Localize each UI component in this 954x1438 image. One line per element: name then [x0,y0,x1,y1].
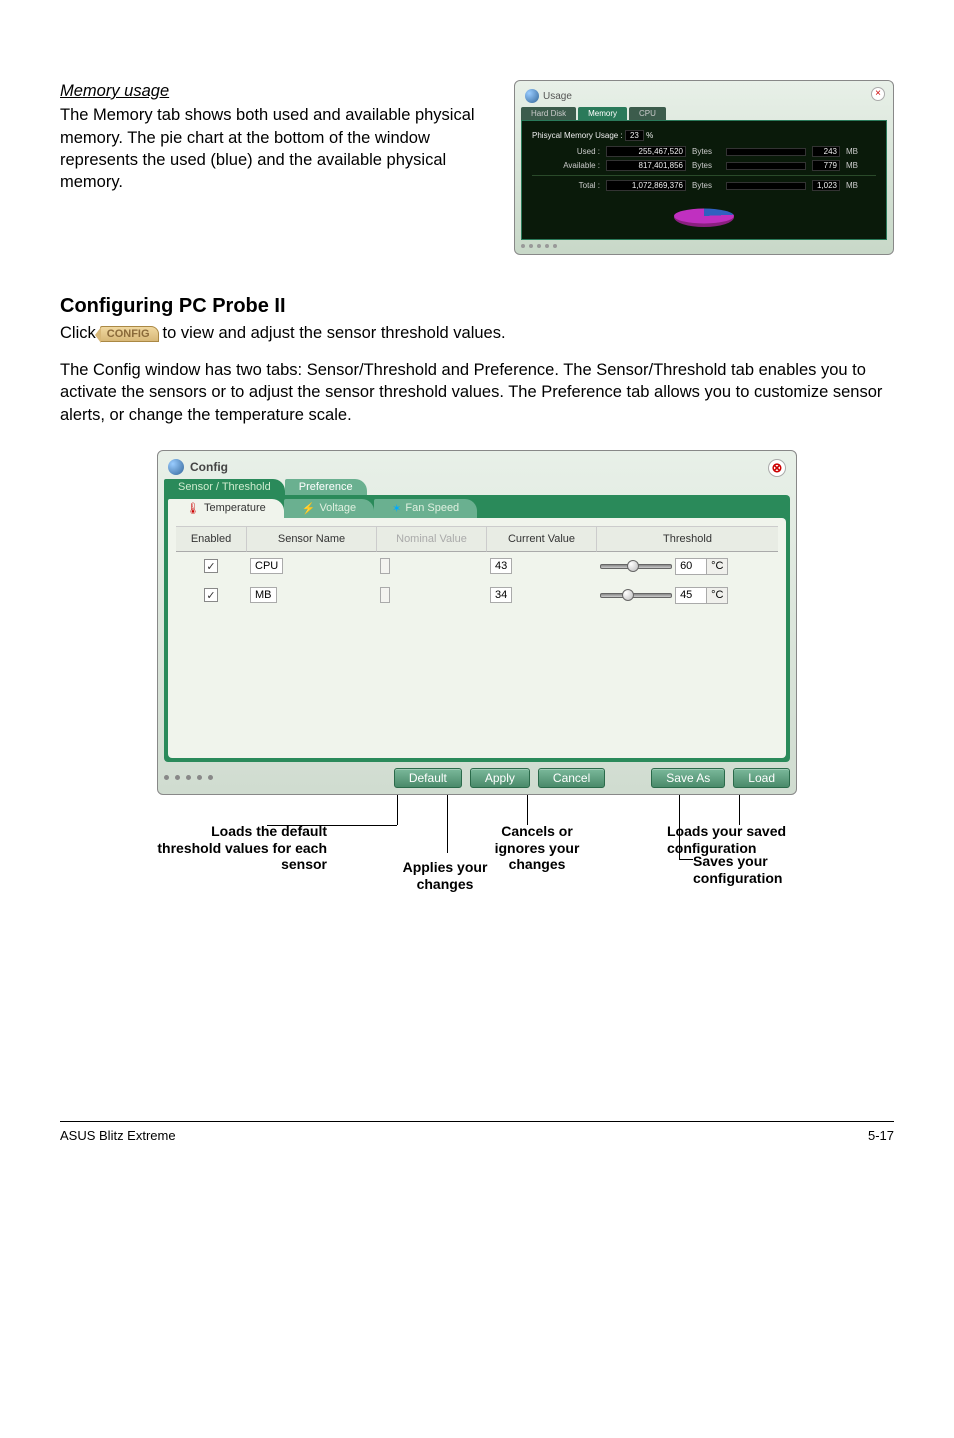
cpu-threshold-value[interactable]: 60 [675,558,707,575]
mb-label-2: MB [846,161,858,170]
available-bytes: 817,401,856 [606,160,686,171]
usage-window-title: Usage [543,91,572,102]
tab-voltage[interactable]: ⚡ Voltage [284,499,374,518]
config-tab-inline-image: CONFIG [100,326,159,342]
globe-icon [525,89,539,103]
annotation-cancel: Cancels or ignores your changes [477,823,597,873]
table-row: ✓ MB 34 45°C [176,581,778,610]
bolt-icon: ⚡ [302,502,316,515]
mb-threshold-unit: °C [707,587,728,604]
globe-icon [168,459,184,475]
cancel-button[interactable]: Cancel [538,768,605,788]
usage-window: Usage × Hard Disk Memory CPU Phisycal Me… [514,80,894,255]
phys-mem-label: Phisycal Memory Usage : [532,131,623,140]
config-description: The Config window has two tabs: Sensor/T… [60,359,894,426]
used-bytes: 255,467,520 [606,146,686,157]
tab-cpu[interactable]: CPU [629,107,666,120]
memory-usage-title: Memory usage [60,80,494,102]
usage-body: Phisycal Memory Usage : 23 % Used : 255,… [521,120,887,240]
col-enabled: Enabled [176,526,246,552]
available-label: Available : [550,161,600,170]
fan-icon: ✶ [392,502,401,515]
thermometer-icon: 🌡 [186,502,200,515]
used-label: Used : [550,147,600,156]
click-post: to view and adjust the sensor threshold … [163,324,506,343]
tab-preference[interactable]: Preference [285,479,367,495]
available-bar [726,162,806,170]
phys-mem-percent: 23 [625,130,644,141]
tab-temperature[interactable]: 🌡 Temperature [168,499,284,518]
bytes-label: Bytes [692,147,720,156]
used-mb: 243 [812,146,840,157]
annotation-save-as: Saves your configuration [693,853,833,887]
config-window-title: Config [190,460,228,474]
used-bar [726,148,806,156]
mb-threshold-value[interactable]: 45 [675,587,707,604]
tab-voltage-label: Voltage [319,502,356,514]
memory-pie-chart [674,195,734,229]
table-row: ✓ CPU 43 60°C [176,552,778,581]
mb-nominal-input [380,587,390,603]
total-label: Total : [550,181,600,190]
load-button[interactable]: Load [733,768,790,788]
apply-button[interactable]: Apply [470,768,530,788]
click-pre: Click [60,324,96,343]
available-mb: 779 [812,160,840,171]
resize-grip-icon [164,775,213,780]
mb-threshold-slider[interactable] [600,587,672,603]
footer-left: ASUS Blitz Extreme [60,1128,176,1143]
tab-fan-speed-label: Fan Speed [405,502,459,514]
close-icon[interactable]: ⊗ [768,459,786,477]
default-button[interactable]: Default [394,768,462,788]
tab-temperature-label: Temperature [204,502,266,514]
annotation-layer: Loads the default threshold values for e… [157,801,797,921]
tab-hard-disk[interactable]: Hard Disk [521,107,576,120]
total-mb: 1,023 [812,180,840,191]
mb-enabled-checkbox[interactable]: ✓ [204,588,218,602]
section-heading: Configuring PC Probe II [60,295,894,318]
memory-usage-paragraph: The Memory tab shows both used and avail… [60,106,475,191]
resize-grip-icon [521,244,887,248]
cpu-name-input[interactable]: CPU [250,558,283,574]
cpu-nominal-input [380,558,390,574]
cpu-current-input: 43 [490,558,512,574]
annotation-default: Loads the default threshold values for e… [157,823,327,873]
bytes-label-2: Bytes [692,161,720,170]
mb-label-3: MB [846,181,858,190]
usage-window-titlebar: Usage [521,87,887,105]
col-nominal-value: Nominal Value [376,526,486,552]
save-as-button[interactable]: Save As [651,768,725,788]
page-footer: ASUS Blitz Extreme 5-17 [60,1121,894,1143]
mb-name-input[interactable]: MB [250,587,277,603]
tab-fan-speed[interactable]: ✶ Fan Speed [374,499,477,518]
close-icon[interactable]: × [871,87,885,101]
col-sensor-name: Sensor Name [246,526,376,552]
memory-usage-text: Memory usage The Memory tab shows both u… [60,80,494,255]
total-bytes: 1,072,869,376 [606,180,686,191]
annotation-load: Loads your saved configuration [667,823,827,857]
percent-suffix: % [646,131,653,140]
total-bar [726,182,806,190]
footer-right: 5-17 [868,1128,894,1143]
mb-label: MB [846,147,858,156]
config-window: Config ⊗ Sensor / Threshold Preference 🌡… [157,450,797,795]
mb-current-input: 34 [490,587,512,603]
cpu-threshold-slider[interactable] [600,558,672,574]
cpu-enabled-checkbox[interactable]: ✓ [204,559,218,573]
sensor-table: Enabled Sensor Name Nominal Value Curren… [176,526,778,610]
tab-sensor-threshold[interactable]: Sensor / Threshold [164,479,285,495]
col-current-value: Current Value [486,526,596,552]
config-window-titlebar: Config [164,457,790,477]
bytes-label-3: Bytes [692,181,720,190]
cpu-threshold-unit: °C [707,558,728,575]
col-threshold: Threshold [596,526,778,552]
tab-memory[interactable]: Memory [578,107,627,120]
click-instruction: Click CONFIG to view and adjust the sens… [60,324,894,343]
